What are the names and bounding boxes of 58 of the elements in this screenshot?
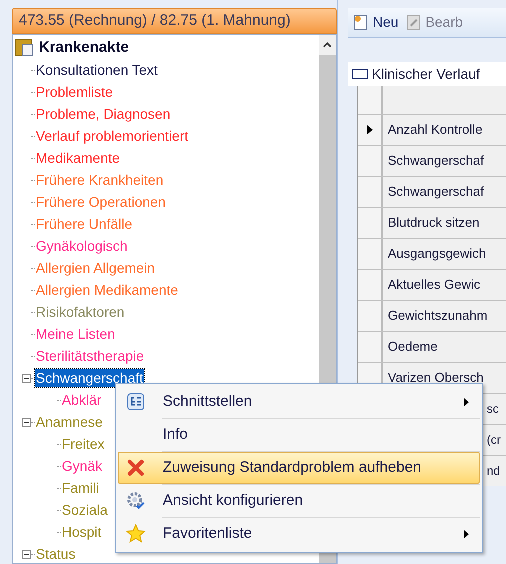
tree-item[interactable]: Frühere Operationen <box>35 193 167 211</box>
tree-item[interactable]: Hospit <box>61 523 103 541</box>
menu-item[interactable]: Ansicht konfigurieren <box>118 485 480 517</box>
table-cell-text: sc <box>487 401 499 418</box>
collapse-icon[interactable] <box>22 550 31 558</box>
row-header[interactable] <box>358 115 383 145</box>
tree-item[interactable]: Medikamente <box>35 149 122 167</box>
tree-item[interactable]: Schwangerschaft <box>35 369 144 387</box>
star-icon <box>126 524 146 544</box>
tree-item[interactable]: Konsultationen Text <box>35 61 159 79</box>
tree-item[interactable]: Gynäkologisch <box>35 237 129 255</box>
table-cell-text: Anzahl Kontrolle <box>388 121 483 140</box>
collapse-icon[interactable] <box>22 374 31 382</box>
tree-list-icon <box>127 393 145 411</box>
tree-item[interactable]: Probleme, Diagnosen <box>35 105 172 123</box>
tree-item[interactable]: Freitex <box>61 435 106 453</box>
view-tab[interactable]: Klinischer Verlauf <box>348 62 506 86</box>
tree-item[interactable]: Abklär <box>61 391 103 409</box>
document-icon <box>406 14 421 30</box>
table-cell-text: Schwangerschaf <box>388 183 484 202</box>
menu-item[interactable]: Zuweisung Standardproblem aufheben <box>118 452 480 484</box>
table-cell-text: Ausgangsgewich <box>388 245 486 264</box>
tree-item[interactable]: Soziala <box>61 501 109 519</box>
tree-item[interactable]: Sterilitätstherapie <box>35 347 146 365</box>
tree-item[interactable]: Gynäk <box>61 457 104 475</box>
table-cell-text: nd <box>487 463 500 480</box>
current-row-icon <box>366 125 372 135</box>
tree-item[interactable]: Allergien Medikamente <box>35 281 180 299</box>
balance-bar: 473.55 (Rechnung) / 82.75 (1. Mahnung) <box>12 8 337 34</box>
tree-item[interactable]: Frühere Krankheiten <box>35 171 165 189</box>
tree-item[interactable]: Problemliste <box>35 83 114 101</box>
tree-item[interactable]: Anamnese <box>35 413 104 431</box>
menu-item[interactable]: Info <box>118 419 480 451</box>
table-cell-text: Schwangerschaf <box>388 152 484 170</box>
table-cell-text: (cr <box>487 432 501 449</box>
menu-item[interactable]: Favoritenliste <box>118 518 480 550</box>
table-cell-text: Varizen Obersch <box>388 369 484 388</box>
cross-icon <box>127 459 145 477</box>
tree-item[interactable]: Famili <box>61 479 100 497</box>
table-cell-text: Blutdruck sitzen <box>388 214 480 232</box>
tree-item[interactable]: Frühere Unfälle <box>35 215 134 233</box>
table-cell-text: Oedeme <box>388 338 438 356</box>
folder-document-icon <box>15 39 35 57</box>
gear-icon <box>126 491 146 511</box>
tree-item[interactable]: Verlauf problemorientiert <box>35 127 190 145</box>
scroll-up-icon[interactable] <box>323 42 332 48</box>
collapse-icon[interactable] <box>22 418 31 426</box>
table-cell-text: Gewichtszunahm <box>388 307 488 326</box>
tree-item[interactable]: Risikofaktoren <box>35 303 126 321</box>
menu-item[interactable]: Schnittstellen <box>118 386 480 418</box>
document-icon <box>354 14 368 30</box>
tree-item[interactable]: Meine Listen <box>35 325 116 343</box>
tree-item[interactable]: Allergien Allgemein <box>35 259 156 277</box>
table-cell-text: Aktuelles Gewic <box>388 276 480 294</box>
tree-root-label[interactable]: Krankenakte <box>39 36 130 60</box>
toolbar-button[interactable]: Neu <box>354 12 399 33</box>
window-icon <box>352 69 368 79</box>
tree-item[interactable]: Status <box>35 545 77 563</box>
